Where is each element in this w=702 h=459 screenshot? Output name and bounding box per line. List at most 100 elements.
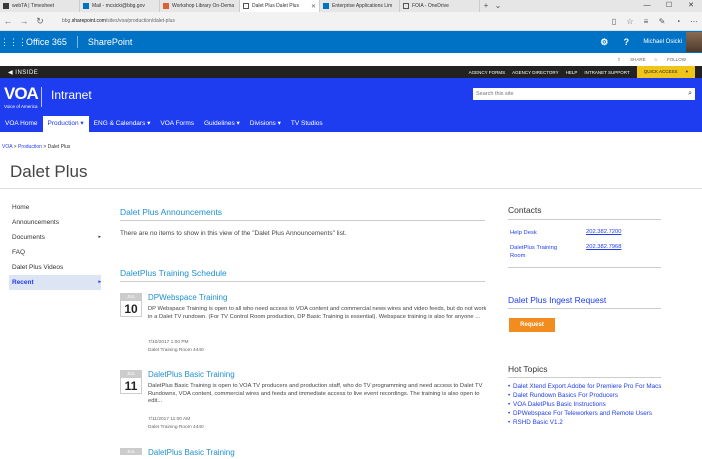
schedule-title[interactable]: DaletPlus Training Schedule [120,268,227,278]
browser-tab-workshop[interactable]: Workshop Library On-Dema [160,0,240,12]
hot-topic-item[interactable]: • RSHD Basic V1.2 [508,418,668,427]
hot-topic-item[interactable]: • DPWebspace For Teleworkers and Remote U… [508,409,668,418]
breadcrumb-voa[interactable]: VOA [2,144,12,150]
left-nav-home[interactable]: Home [9,200,101,215]
user-name[interactable]: Michael Osicki [643,39,682,45]
office365-brand[interactable]: Office 365 [26,37,67,47]
minimize-icon[interactable]: — [636,0,658,12]
app-launcher-icon[interactable]: ⋮⋮⋮ [0,37,27,48]
tab-label: webTA | Timesheet [12,3,55,9]
close-tab-icon[interactable]: ✕ [311,3,316,10]
left-nav: Home Announcements Documents ▸ FAQ Dalet … [9,200,101,290]
url-domain: sharepoint.com [71,18,106,24]
left-nav-documents[interactable]: Documents ▸ [9,230,101,245]
sharepoint-brand[interactable]: SharePoint [88,37,133,47]
left-nav-recent[interactable]: Recent ▸ [9,275,101,290]
profile-icon[interactable]: ◔ [670,17,686,26]
hot-topic-link[interactable]: RSHD Basic V1.2 [513,418,563,427]
nav-tv-studios[interactable]: TV Studios [286,116,328,132]
help-link[interactable]: HELP [566,70,578,75]
close-window-icon[interactable]: ✕ [680,0,702,12]
chevron-right-icon: ▸ [98,279,101,285]
hot-topics-list: • Dalet Xtend Export Adobe for Premiere P… [508,382,668,427]
inside-bar: ◀ INSIDE AGENCY FORMS AGENCY DIRECTORY H… [0,66,702,78]
quick-access-label: QUICK ACCESS [643,69,678,74]
webta-favicon-icon [3,3,9,9]
forward-arrow-icon[interactable]: → [16,16,32,26]
hot-topic-item[interactable]: • Dalet Xtend Export Adobe for Premiere P… [508,382,668,391]
browser-tab-enterprise[interactable]: Enterprise Applications Lim [320,0,400,12]
agency-forms-link[interactable]: AGENCY FORMS [469,70,505,75]
browser-tab-dalet-plus[interactable]: Dalet Plus Dalet Plus ✕ [240,0,320,12]
intranet-support-link[interactable]: INTRANET SUPPORT [584,70,629,75]
site-search: ⌕ [473,88,695,100]
quick-access-button[interactable]: QUICK ACCESS ▾ [636,66,695,78]
phone-help-desk[interactable]: 202.382.7200 [586,229,621,235]
follow-label: FOLLOW [666,56,686,62]
left-nav-videos[interactable]: Dalet Plus Videos [9,260,101,275]
nav-divisions[interactable]: Divisions ▾ [245,116,286,132]
more-icon[interactable]: ⋯ [686,17,702,26]
nav-eng-calendars[interactable]: ENG & Calendars ▾ [89,116,156,132]
tab-label: Enterprise Applications Lim [332,3,393,9]
o365-suite-bar: ⋮⋮⋮ Office 365 SharePoint ⚙ ? Michael Os… [0,31,702,53]
follow-button[interactable]: ☆ FOLLOW [654,57,686,63]
help-icon[interactable]: ? [615,37,637,47]
nav-voa-home[interactable]: VOA Home [0,116,43,132]
avatar[interactable] [686,32,702,52]
date-day: 10 [120,300,142,317]
browser-tab-foia[interactable]: FOIA - OneDrive [400,0,480,12]
gear-icon[interactable]: ⚙ [593,37,615,48]
hot-topic-link[interactable]: Dalet Xtend Export Adobe for Premiere Pr… [513,382,661,391]
event-title[interactable]: DaletPlus Basic Training [148,370,235,379]
share-label: SHARE [630,56,646,62]
phone-training-room[interactable]: 202.382.7968 [586,244,621,250]
contact-help-desk[interactable]: Help Desk [510,229,537,237]
url-field[interactable]: bbg.sharepoint.com/sites/voa/production/… [62,18,175,24]
favorite-star-icon[interactable]: ☆ [622,17,638,26]
agency-directory-link[interactable]: AGENCY DIRECTORY [512,70,559,75]
breadcrumb-production[interactable]: Production [18,144,42,150]
share-button[interactable]: ⇧ SHARE [617,57,646,63]
left-nav-label: FAQ [12,249,26,256]
contacts-title: Contacts [508,205,542,215]
favorites-hub-icon[interactable]: ≡ [638,17,654,26]
breadcrumb: VOA > Production > Dalet Plus [2,144,70,150]
maximize-icon[interactable]: ☐ [658,0,680,12]
hot-topic-item[interactable]: • Dalet Rundown Basics For Producers [508,391,668,400]
announcements-title[interactable]: Dalet Plus Announcements [120,207,222,217]
browser-tab-mail[interactable]: Mail - mcsicki@bbg.gov [80,0,160,12]
nav-voa-forms[interactable]: VOA Forms [155,116,199,132]
voa-logo[interactable]: VOA [4,84,39,104]
ingest-title[interactable]: Dalet Plus Ingest Request [508,295,606,305]
nav-production[interactable]: Production ▾ [42,116,89,132]
left-nav-label: Announcements [12,219,59,226]
tab-label: FOIA - OneDrive [412,3,449,9]
event-title[interactable]: DPWebspace Training [148,293,227,302]
ingest-divider [508,308,661,309]
date-badge: JUL 10 [120,293,142,317]
contact-training-room[interactable]: DaletPlus Training Room [510,244,574,260]
request-button[interactable]: Request [509,318,555,332]
inside-home-link[interactable]: ◀ INSIDE [8,69,38,76]
new-tab-button[interactable]: + [480,0,492,12]
search-input[interactable] [476,91,689,97]
event-title[interactable]: DaletPlus Basic Training [148,448,235,457]
hot-topic-link[interactable]: DPWebspace For Teleworkers and Remote Us… [513,409,652,418]
left-nav-faq[interactable]: FAQ [9,245,101,260]
back-arrow-icon[interactable]: ← [0,16,16,26]
search-icon[interactable]: ⌕ [688,90,692,98]
refresh-icon[interactable]: ↻ [32,16,48,27]
tab-label: Dalet Plus Dalet Plus [252,3,299,9]
nav-guidelines[interactable]: Guidelines ▾ [199,116,245,132]
event-room: Dalet Training Room 4440 [148,425,204,430]
pen-icon[interactable]: ✎ [654,17,670,26]
site-title[interactable]: Intranet [51,88,92,102]
left-nav-announcements[interactable]: Announcements [9,215,101,230]
browser-tab-webta[interactable]: webTA | Timesheet [0,0,80,12]
hot-topic-link[interactable]: Dalet Rundown Basics For Producers [513,391,618,400]
tab-list-chevron-icon[interactable]: ⌄ [492,0,504,12]
hot-topic-link[interactable]: VOA DaletPlus Basic Instructions [513,400,606,409]
hot-topic-item[interactable]: • VOA DaletPlus Basic Instructions [508,400,668,409]
reading-view-icon[interactable]: ▯ [606,17,622,26]
